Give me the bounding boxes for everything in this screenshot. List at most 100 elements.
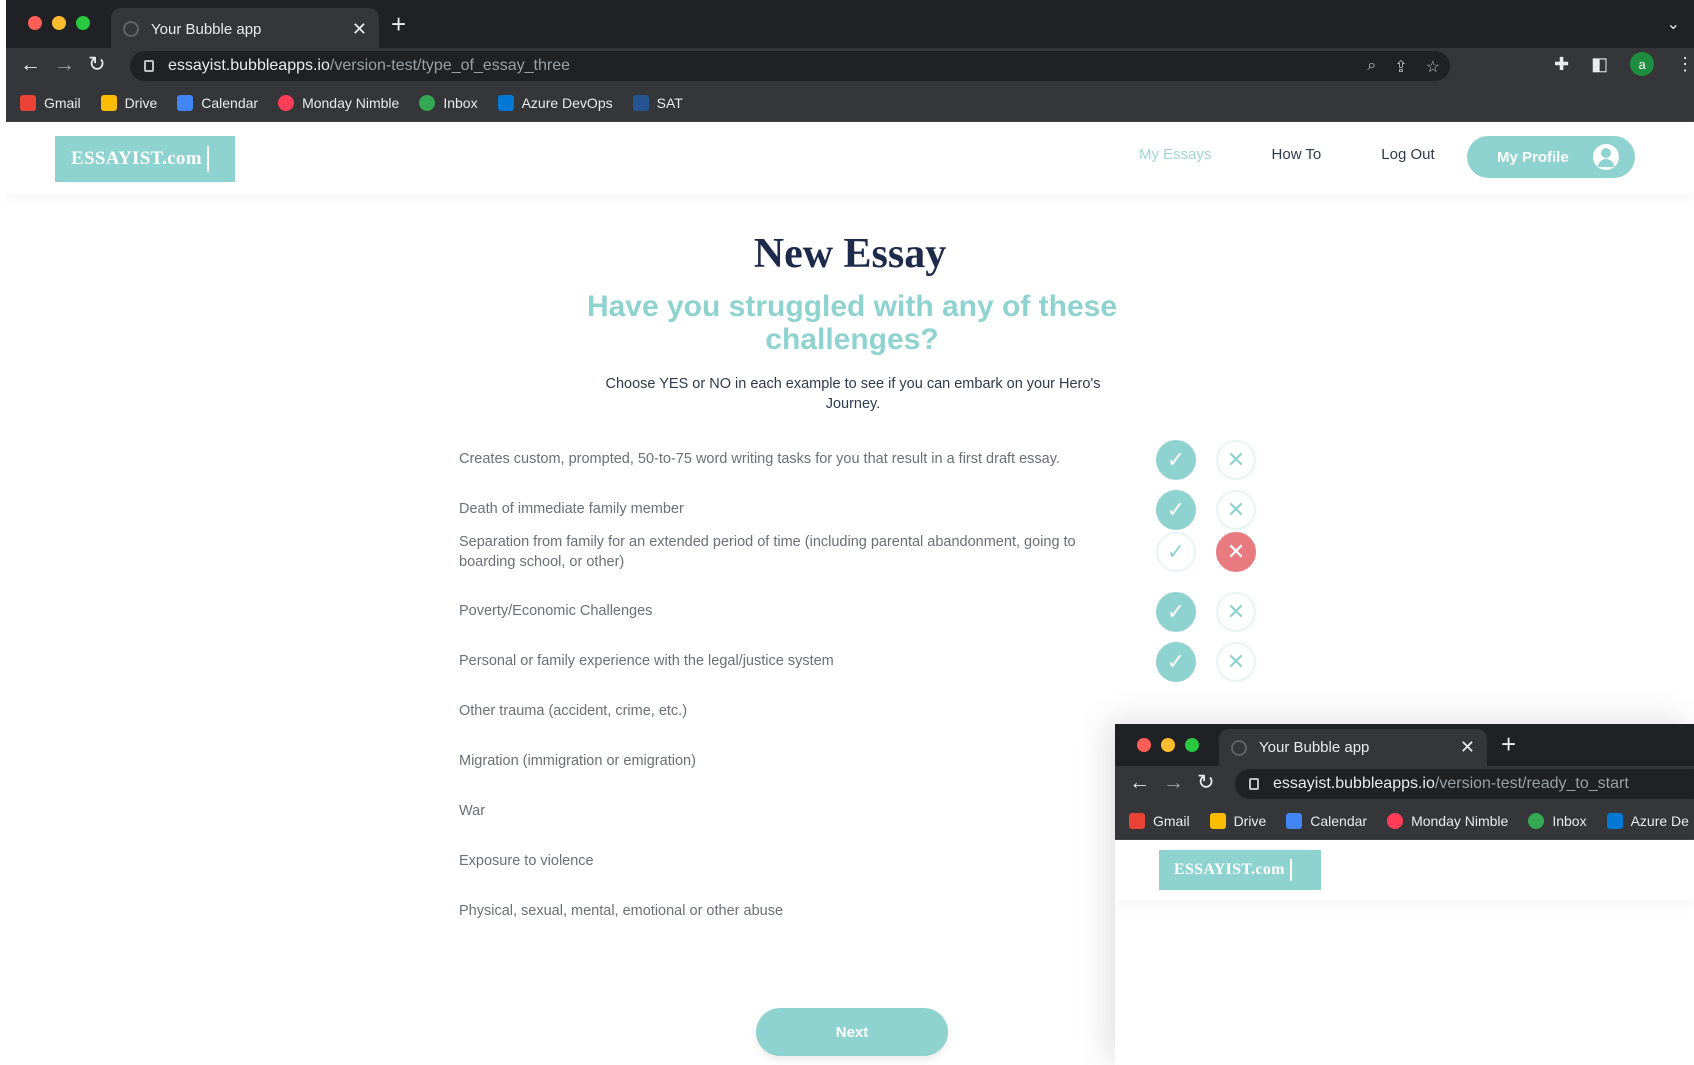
- site-nav: My Essays How To Log Out: [1139, 146, 1435, 163]
- no-cross-button[interactable]: ✕: [1216, 642, 1256, 682]
- no-cross-button[interactable]: ✕: [1216, 440, 1256, 480]
- tab-close-icon[interactable]: ✕: [352, 19, 367, 40]
- question-text: Personal or family experience with the l…: [459, 653, 834, 669]
- tab-search-chevron-icon[interactable]: ⌄: [1667, 14, 1680, 34]
- drive-icon: [1209, 812, 1226, 829]
- bookmark-inbox[interactable]: Inbox: [419, 94, 478, 111]
- tab-favicon-icon: [1231, 739, 1247, 756]
- back-arrow-icon[interactable]: ←: [1129, 771, 1150, 795]
- reload-icon[interactable]: ↻: [88, 53, 106, 77]
- menu-kebab-icon[interactable]: ⋮: [1676, 54, 1694, 75]
- profile-button-label: My Profile: [1497, 148, 1569, 166]
- question-text: Death of immediate family member: [459, 501, 684, 517]
- yes-check-button[interactable]: ✓: [1156, 532, 1196, 572]
- azure-devops-icon: [497, 94, 514, 111]
- next-button[interactable]: Next: [756, 1008, 948, 1056]
- lock-icon: [144, 60, 154, 72]
- nav-my-essays[interactable]: My Essays: [1139, 146, 1212, 163]
- bookmark-sat[interactable]: SAT: [632, 94, 683, 111]
- bookmark-drive[interactable]: Drive: [100, 94, 158, 111]
- no-cross-button[interactable]: ✕: [1216, 490, 1256, 530]
- side-panel-icon[interactable]: ◧: [1591, 54, 1608, 75]
- extensions-puzzle-icon[interactable]: ✚: [1554, 54, 1569, 75]
- bookmark-inbox[interactable]: Inbox: [1528, 812, 1587, 829]
- bookmark-star-icon[interactable]: ☆: [1426, 57, 1440, 77]
- calendar-icon: [1286, 812, 1303, 829]
- bookmark-calendar[interactable]: Calendar: [177, 94, 258, 111]
- forward-arrow-icon[interactable]: →: [1163, 771, 1184, 795]
- bookmark-label: SAT: [656, 94, 683, 111]
- tab-title: Your Bubble app: [151, 20, 262, 38]
- screen: Your Bubble app ✕ + ⌄ ← → ↻ essayist.bub…: [0, 0, 1694, 1065]
- site-header: ESSAYIST.com My Essays How To Log Out My…: [6, 122, 1694, 194]
- minimize-window-button[interactable]: [1161, 738, 1175, 752]
- bookmarks-bar: Gmail Drive Calendar Monday Nimble Inbox…: [6, 84, 1694, 122]
- bookmark-label: Azure De: [1630, 812, 1689, 829]
- question-text: War: [459, 803, 486, 819]
- question-text: Exposure to violence: [459, 853, 594, 869]
- drive-icon: [100, 94, 117, 111]
- bookmark-calendar[interactable]: Calendar: [1286, 812, 1368, 829]
- tab-title: Your Bubble app: [1259, 739, 1370, 756]
- site-logo[interactable]: ESSAYIST.com: [55, 136, 235, 182]
- bookmarks-bar: Gmail Drive Calendar Monday Nimble Inbox…: [1115, 802, 1694, 840]
- gmail-icon: [20, 94, 36, 111]
- bookmark-gmail[interactable]: Gmail: [20, 94, 81, 111]
- minimize-window-button[interactable]: [52, 16, 66, 30]
- tab-strip: Your Bubble app ✕ +: [1115, 724, 1694, 766]
- yes-check-button[interactable]: ✓: [1156, 592, 1196, 632]
- user-avatar-icon: [1593, 144, 1619, 170]
- back-arrow-icon[interactable]: ←: [20, 53, 41, 77]
- close-window-button[interactable]: [1137, 738, 1151, 752]
- new-tab-button[interactable]: +: [391, 11, 406, 37]
- bookmark-monday-nimble[interactable]: Monday Nimble: [1387, 812, 1509, 829]
- browser-tab[interactable]: Your Bubble app ✕: [111, 8, 379, 50]
- question-text: Separation from family for an extended p…: [459, 534, 1076, 570]
- bookmark-drive[interactable]: Drive: [1209, 812, 1266, 829]
- zoom-icon[interactable]: ⌕: [1367, 57, 1376, 77]
- my-profile-button[interactable]: My Profile: [1467, 136, 1635, 178]
- inbox-icon: [419, 94, 436, 111]
- inbox-icon: [1528, 812, 1545, 829]
- yes-check-button[interactable]: ✓: [1156, 440, 1196, 480]
- yes-check-button[interactable]: ✓: [1156, 490, 1196, 530]
- close-window-button[interactable]: [28, 16, 42, 30]
- monday-icon: [278, 94, 295, 111]
- url-host: essayist.bubbleapps.io: [1273, 775, 1435, 792]
- address-bar[interactable]: essayist.bubbleapps.io/version-test/read…: [1235, 769, 1694, 799]
- question-text: Other trauma (accident, crime, etc.): [459, 703, 688, 719]
- page-subtitle: Have you struggled with any of these cha…: [586, 290, 1118, 356]
- browser-tab[interactable]: Your Bubble app ✕: [1219, 729, 1487, 766]
- no-cross-button[interactable]: ✕: [1216, 592, 1256, 632]
- nav-how-to[interactable]: How To: [1272, 146, 1322, 163]
- bookmark-azure-devops[interactable]: Azure DevOps: [497, 94, 613, 111]
- bookmark-label: Drive: [124, 94, 158, 111]
- bookmark-azure-devops[interactable]: Azure De: [1606, 812, 1689, 829]
- address-bar[interactable]: essayist.bubbleapps.io/version-test/type…: [130, 51, 1450, 81]
- instructions-text: Choose YES or NO in each example to see …: [605, 376, 1101, 412]
- yes-check-button[interactable]: ✓: [1156, 642, 1196, 682]
- gmail-icon: [1129, 812, 1145, 829]
- maximize-window-button[interactable]: [76, 16, 90, 30]
- logo-cursor: [1289, 859, 1292, 881]
- no-cross-button[interactable]: ✕: [1216, 532, 1256, 572]
- profile-avatar[interactable]: a: [1630, 52, 1655, 76]
- new-tab-button[interactable]: +: [1501, 731, 1516, 757]
- bookmark-monday-nimble[interactable]: Monday Nimble: [278, 94, 399, 111]
- browser-toolbar: ← → ↻ essayist.bubbleapps.io/version-tes…: [6, 48, 1694, 84]
- question-text: Physical, sexual, mental, emotional or o…: [459, 903, 784, 919]
- tab-favicon-icon: [123, 21, 139, 37]
- tab-close-icon[interactable]: ✕: [1460, 737, 1475, 758]
- bookmark-label: Monday Nimble: [1411, 812, 1509, 829]
- monday-icon: [1387, 812, 1404, 829]
- url-path: /version-test/type_of_essay_three: [329, 57, 571, 74]
- question-text: Creates custom, prompted, 50-to-75 word …: [459, 451, 1060, 467]
- nav-log-out[interactable]: Log Out: [1381, 146, 1434, 163]
- share-icon[interactable]: ⇪: [1394, 57, 1407, 77]
- forward-arrow-icon[interactable]: →: [54, 53, 75, 77]
- maximize-window-button[interactable]: [1185, 738, 1199, 752]
- reload-icon[interactable]: ↻: [1197, 771, 1215, 795]
- bookmark-label: Calendar: [1310, 812, 1368, 829]
- bookmark-gmail[interactable]: Gmail: [1129, 812, 1190, 829]
- site-logo[interactable]: ESSAYIST.com: [1159, 850, 1321, 890]
